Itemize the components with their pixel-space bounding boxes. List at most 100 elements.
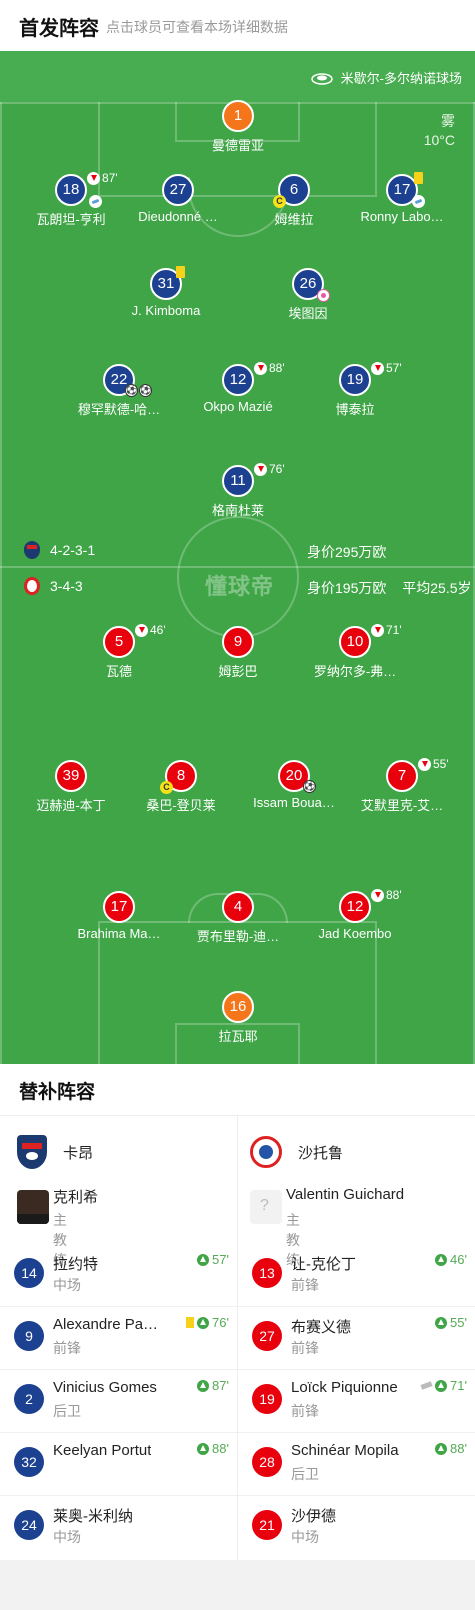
player-name: 博泰拉	[335, 402, 375, 417]
player-home-17[interactable]: 17 Ronny Labo…	[342, 172, 462, 226]
avatar	[250, 1190, 282, 1224]
player-number: 1	[222, 100, 254, 132]
sub-row-away-19[interactable]: 19 Loïck Piquionne 前锋 71'	[238, 1370, 475, 1433]
player-home-11[interactable]: 11 76' 格南杜莱	[178, 462, 298, 518]
coach-name: Valentin Guichard	[286, 1186, 405, 1203]
player-home-18[interactable]: 18 87' 瓦朗坦-亨利	[11, 171, 131, 227]
sub-row-home-2[interactable]: 2 Vinicius Gomes 后卫 87'	[0, 1370, 237, 1433]
player-position: 中场	[291, 1529, 319, 1545]
player-home-27[interactable]: 27 Dieudonné …	[118, 174, 238, 226]
sub-minute: 57'	[212, 1252, 229, 1267]
lineup-header: 首发阵容 点击球员可查看本场详细数据	[0, 0, 475, 51]
sub-on-icon	[435, 1379, 448, 1392]
player-name: 拉瓦耶	[218, 1029, 258, 1044]
player-away-39[interactable]: 39 迈赫迪-本丁	[11, 760, 131, 813]
player-number: 21	[252, 1510, 282, 1540]
player-home-12[interactable]: 12 88' Okpo Mazié	[178, 361, 298, 416]
player-position: 前锋	[291, 1277, 319, 1293]
player-home-1[interactable]: 1 曼德雷亚	[178, 100, 298, 153]
sub-row-away-27[interactable]: 27 布赛义德 前锋 55'	[238, 1307, 475, 1370]
watermark-logo: 懂球帝	[205, 574, 275, 599]
player-away-10[interactable]: 10 71' 罗纳尔多-弗…	[295, 623, 415, 679]
sub-minute: 57'	[386, 361, 402, 375]
yellow-card-icon	[414, 172, 423, 184]
player-position: 前锋	[291, 1340, 319, 1356]
sub-row-away-13[interactable]: 13 让-克伦丁 前锋 46'	[238, 1244, 475, 1307]
player-away-16[interactable]: 16 拉瓦耶	[178, 991, 298, 1044]
weather-condition: 雾	[441, 113, 455, 129]
away-value: 身价195万欧 平均25.5岁	[307, 578, 472, 598]
team-crest-icon	[24, 577, 40, 595]
player-name: Issam Boua…	[253, 795, 335, 810]
goal-icon: ⚽	[139, 384, 152, 397]
sub-row-away-28[interactable]: 28 Schinéar Mopila 后卫 88'	[238, 1433, 475, 1496]
sub-on-icon	[435, 1316, 448, 1329]
player-position: 前锋	[53, 1340, 81, 1356]
player-name: 拉约特	[53, 1256, 99, 1273]
sub-on: 87'	[197, 1378, 229, 1393]
player-name: 迈赫迪-本丁	[36, 798, 106, 813]
player-away-4[interactable]: 4 贾布里勒-迪…	[178, 891, 298, 944]
page-title: 首发阵容	[19, 18, 99, 40]
away-team[interactable]: 沙托鲁	[250, 1132, 343, 1172]
sub-on: 46'	[435, 1252, 467, 1267]
player-number: 16	[222, 991, 254, 1023]
sub-minute: 46'	[150, 623, 166, 637]
player-name: 贾布里勒-迪…	[196, 929, 280, 944]
team-crest-icon	[250, 1136, 282, 1168]
player-home-22[interactable]: 22 ⚽ ⚽ 穆罕默德-哈…	[59, 364, 179, 417]
sub-row-home-24[interactable]: 24 莱奥-米利纳 中场	[0, 1496, 237, 1559]
player-away-5[interactable]: 5 46' 瓦德	[59, 623, 179, 679]
player-name: 曼德雷亚	[211, 138, 264, 153]
player-home-26[interactable]: 26 埃图因	[248, 268, 368, 321]
sub-off-icon	[254, 361, 267, 375]
own-goal-icon	[317, 289, 330, 302]
sub-row-home-14[interactable]: 14 拉约特 中场 57'	[0, 1244, 237, 1307]
sub-off-icon	[254, 462, 267, 476]
player-away-20[interactable]: 20 ⚽ Issam Boua…	[234, 760, 354, 812]
player-name: 莱奥-米利纳	[53, 1508, 133, 1525]
player-name: Jad Koembo	[318, 926, 392, 941]
player-away-12[interactable]: 12 88' Jad Koembo	[295, 888, 415, 943]
away-value-text: 身价195万欧	[307, 580, 387, 596]
player-name: Brahima Ma…	[77, 926, 161, 941]
player-name: 瓦德	[105, 664, 132, 679]
home-team[interactable]: 卡昂	[17, 1132, 93, 1172]
sub-row-home-32[interactable]: 32 Keelyan Portut 88'	[0, 1433, 237, 1496]
sub-minute: 87'	[212, 1378, 229, 1393]
sub-minute: 55'	[433, 757, 449, 771]
player-name: Loïck Piquionne	[291, 1379, 398, 1396]
sub-off: 88'	[254, 361, 285, 375]
captain-icon: C	[160, 781, 173, 794]
sub-on: 71'	[420, 1378, 467, 1393]
player-number: 39	[55, 760, 87, 792]
sub-off: 46'	[135, 623, 166, 637]
player-home-19[interactable]: 19 57' 博泰拉	[295, 361, 415, 417]
player-home-31[interactable]: 31 J. Kimboma	[106, 266, 226, 320]
sub-off: 88'	[371, 888, 402, 902]
player-away-7[interactable]: 7 55' 艾默里克-艾…	[342, 757, 462, 813]
sub-minute: 88'	[386, 888, 402, 902]
home-formation: 4-2-3-1	[24, 541, 95, 559]
player-away-17[interactable]: 17 Brahima Ma…	[59, 891, 179, 943]
player-home-6[interactable]: 6 C 姆维拉	[234, 174, 354, 227]
sub-off: 76'	[254, 462, 285, 476]
player-number: 5	[103, 626, 135, 658]
player-away-8[interactable]: 8 C 桑巴-登贝莱	[121, 760, 241, 813]
coach-name: 克利希	[53, 1189, 99, 1206]
player-away-9[interactable]: 9 姆彭巴	[178, 626, 298, 679]
page-subtitle: 点击球员可查看本场详细数据	[106, 19, 288, 35]
player-position: 后卫	[53, 1403, 81, 1419]
sub-minute: 76'	[212, 1315, 229, 1330]
player-number: 18	[55, 174, 87, 206]
goal-icon: ⚽	[303, 780, 316, 793]
sub-row-home-9[interactable]: 9 Alexandre Pa… 前锋 76'	[0, 1307, 237, 1370]
team-crest-icon	[17, 1135, 47, 1169]
player-name: 让-克伦丁	[291, 1256, 356, 1273]
assist-icon	[89, 195, 102, 208]
player-name: 姆维拉	[274, 212, 314, 227]
substitutes-title: 替补阵容	[19, 1082, 96, 1103]
sub-row-away-21[interactable]: 21 沙伊德 中场	[238, 1496, 475, 1559]
away-formation: 3-4-3	[24, 577, 83, 595]
player-number: 2	[14, 1384, 44, 1414]
